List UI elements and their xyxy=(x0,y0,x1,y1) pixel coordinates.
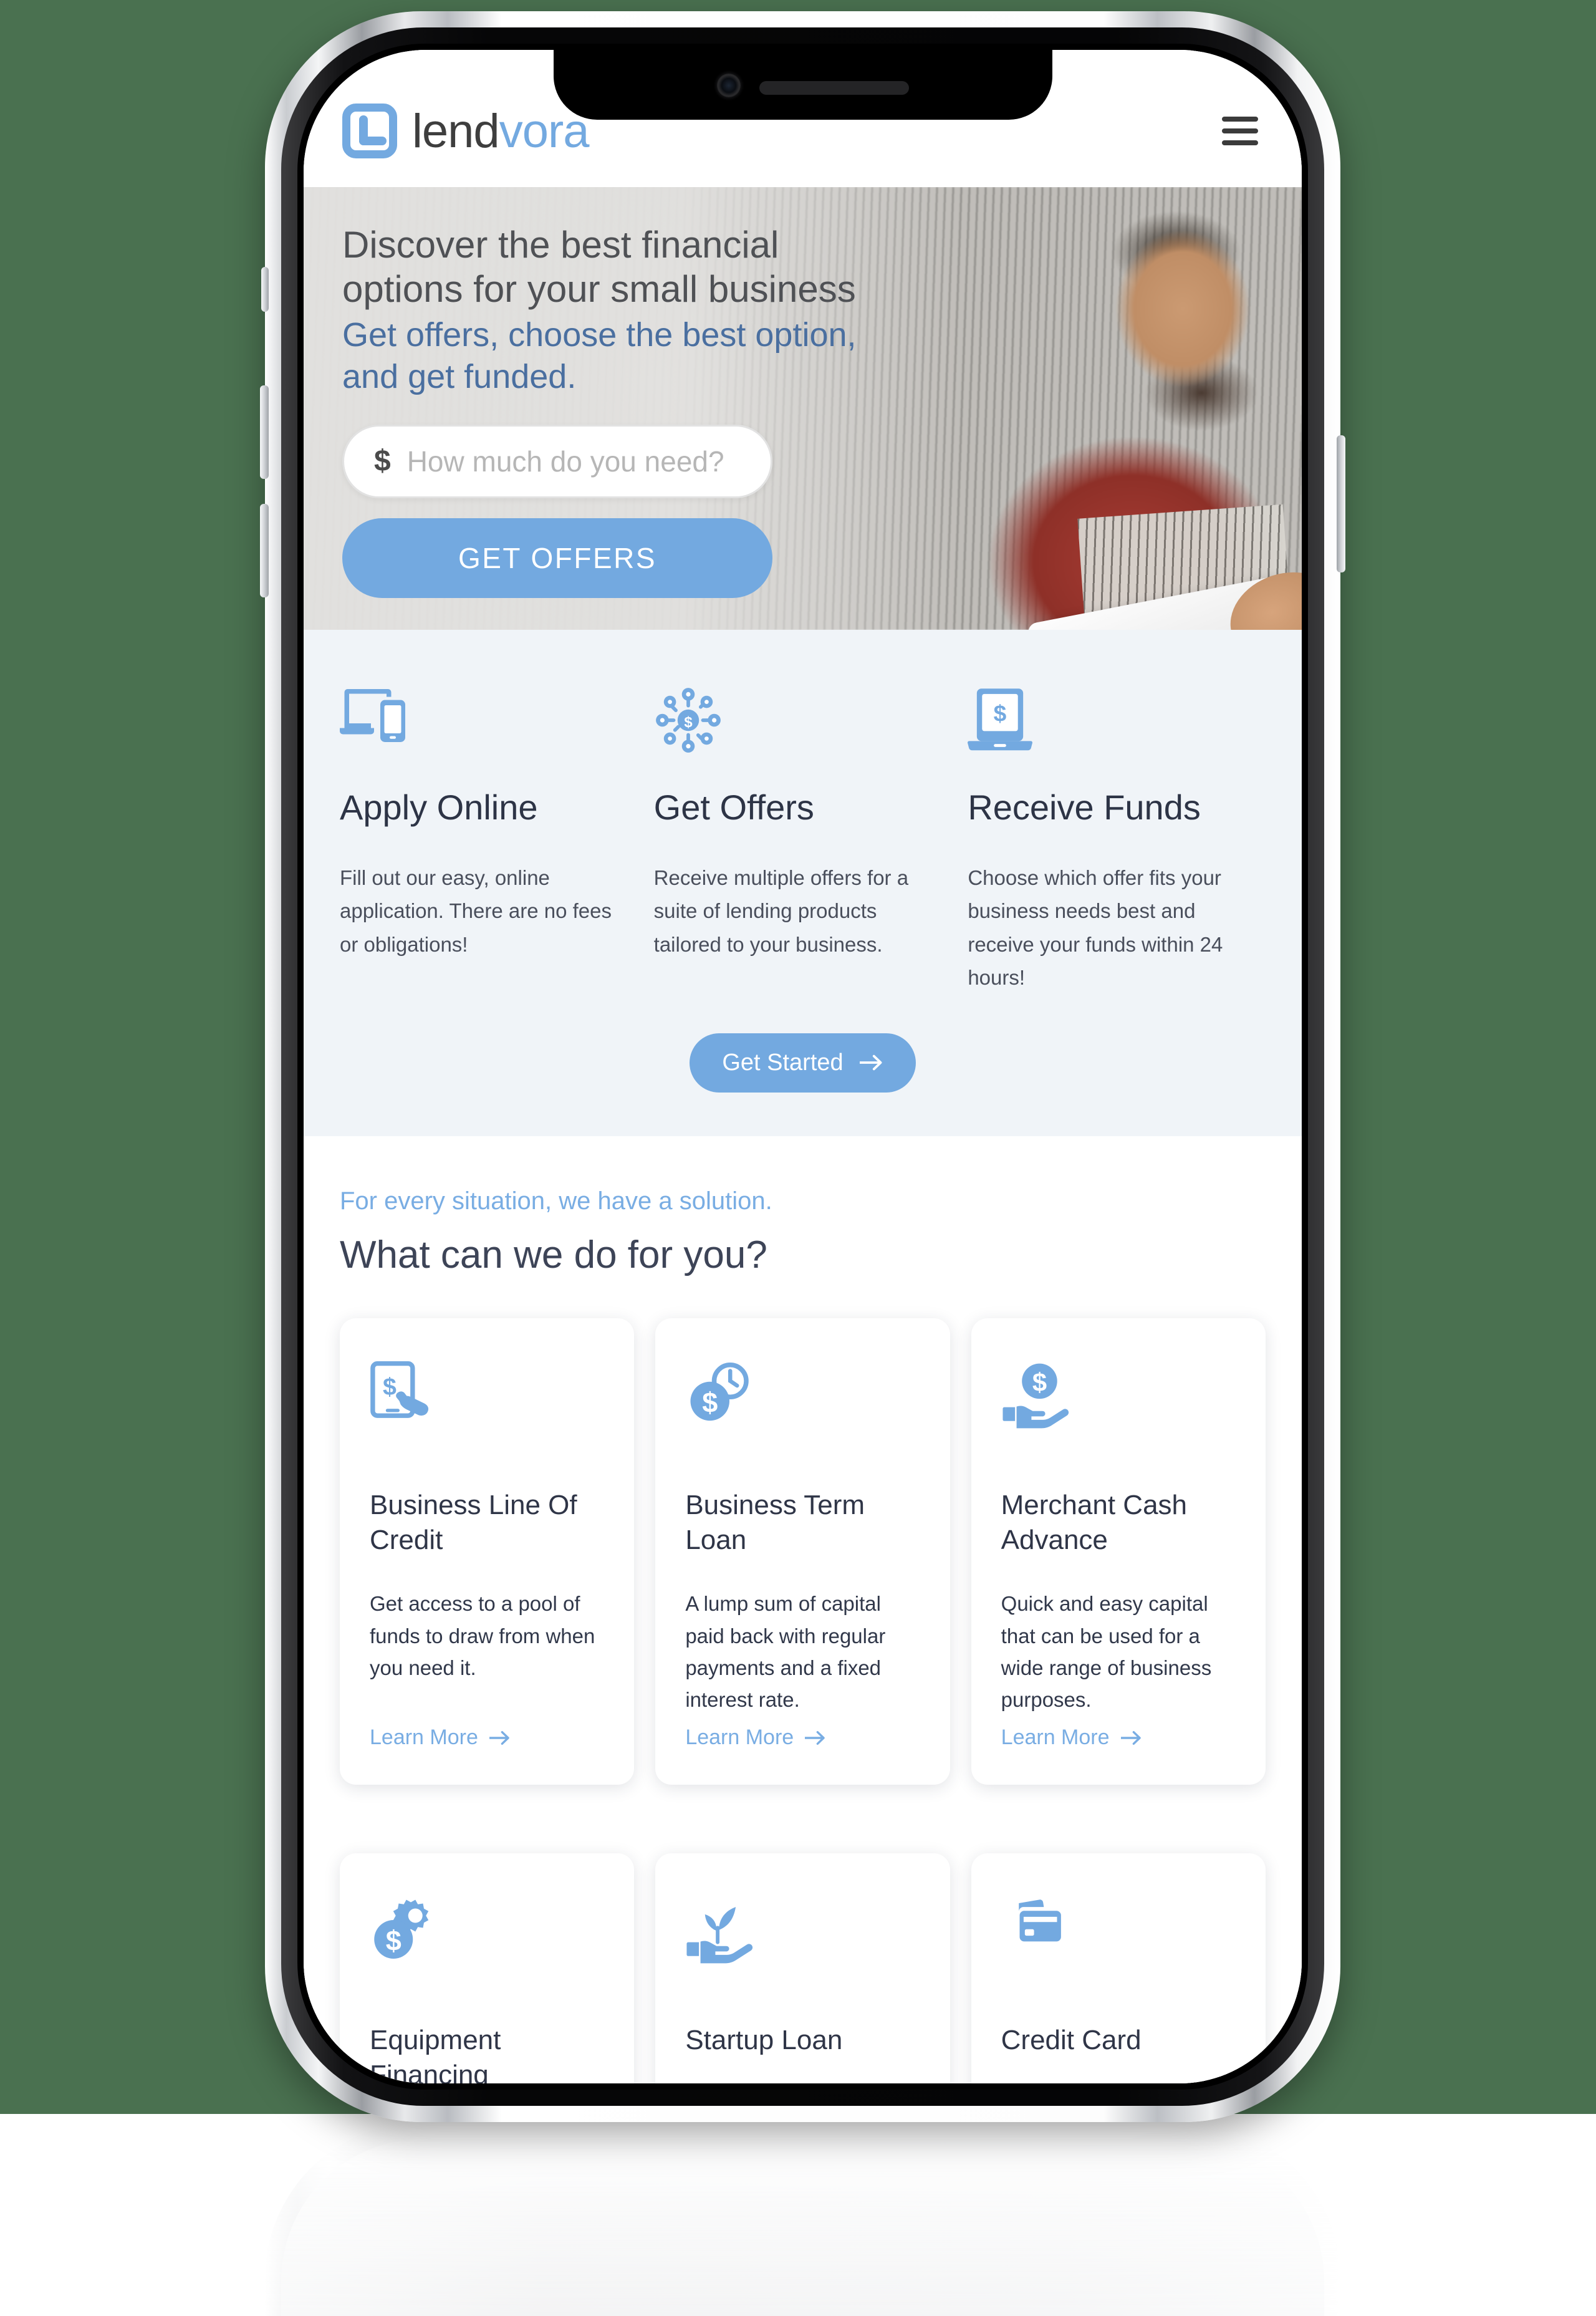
coin-clock-icon: $ xyxy=(685,1361,920,1429)
solutions-eyebrow: For every situation, we have a solution. xyxy=(340,1187,1266,1215)
get-started-label: Get Started xyxy=(722,1049,843,1076)
product-card-description: Get access to a pool of funds to draw fr… xyxy=(370,1588,604,1715)
hamburger-menu-icon[interactable] xyxy=(1222,117,1258,145)
step-title: Receive Funds xyxy=(968,787,1266,827)
step-receive-funds: $ Receive Funds Choose which offer fits … xyxy=(968,686,1266,995)
step-description: Choose which offer fits your business ne… xyxy=(968,861,1266,995)
step-title: Get Offers xyxy=(654,787,952,827)
logo[interactable]: lendvora xyxy=(342,104,589,158)
step-title: Apply Online xyxy=(340,787,638,827)
arrow-right-icon xyxy=(489,1730,511,1745)
how-it-works-section: Apply Online Fill out our easy, online a… xyxy=(304,630,1302,1136)
product-card-title: Business Term Loan xyxy=(685,1488,920,1558)
solutions-title: What can we do for you? xyxy=(340,1233,1266,1277)
arrow-right-icon xyxy=(805,1730,826,1745)
product-card-title: Business Line Of Credit xyxy=(370,1488,604,1558)
money-network-icon: $ xyxy=(654,686,952,761)
logo-text: lendvora xyxy=(412,104,589,158)
hero-section: Discover the best financial options for … xyxy=(304,187,1302,630)
step-description: Receive multiple offers for a suite of l… xyxy=(654,861,952,961)
step-get-offers: $ Get Offers Receive multiple offers for… xyxy=(654,686,952,995)
learn-more-label: Learn More xyxy=(370,1725,478,1750)
learn-more-label: Learn More xyxy=(1001,1725,1110,1750)
phone-screen: lendvora Discover the best financial opt… xyxy=(304,50,1302,2083)
laptop-dollar-icon: $ xyxy=(968,686,1266,761)
product-card-credit-card[interactable]: Credit Card Access to capital to cover y… xyxy=(971,1853,1266,2083)
learn-more-link[interactable]: Learn More xyxy=(685,1725,920,1750)
svg-text:$: $ xyxy=(994,700,1007,726)
tablet-cash-hand-icon: $ xyxy=(370,1361,604,1429)
phone-volume-up-button[interactable] xyxy=(260,385,269,479)
front-camera-icon xyxy=(717,74,741,97)
learn-more-label: Learn More xyxy=(685,1725,794,1750)
dollar-sign-icon: $ xyxy=(374,444,391,478)
step-description: Fill out our easy, online application. T… xyxy=(340,861,638,961)
product-card-business-term-loan[interactable]: $ Business Term Loan A lump sum of capit… xyxy=(655,1318,949,1785)
product-card-grid: $ Business Line Of Credit Get access to … xyxy=(340,1318,1266,2083)
get-started-button[interactable]: Get Started xyxy=(690,1033,915,1093)
product-card-equipment-financing[interactable]: $ Equipment Financing A fast and easy wa… xyxy=(340,1853,634,2083)
svg-text:$: $ xyxy=(383,1373,397,1401)
learn-more-link[interactable]: Learn More xyxy=(370,1725,604,1750)
svg-text:$: $ xyxy=(386,1925,401,1957)
coin-gear-icon: $ xyxy=(370,1896,604,1964)
product-card-title: Merchant Cash Advance xyxy=(1001,1488,1236,1558)
product-card-business-line-of-credit[interactable]: $ Business Line Of Credit Get access to … xyxy=(340,1318,634,1785)
learn-more-link[interactable]: Learn More xyxy=(1001,1725,1236,1750)
product-card-startup-loan[interactable]: Startup Loan Financing specifically for … xyxy=(655,1853,949,2083)
phone-mockup: lendvora Discover the best financial opt… xyxy=(265,11,1340,2122)
svg-text:$: $ xyxy=(1032,1368,1046,1397)
logo-text-lend: lend xyxy=(412,105,499,158)
solutions-section: For every situation, we have a solution.… xyxy=(304,1136,1302,2083)
phone-volume-down-button[interactable] xyxy=(260,504,269,597)
hamburger-bar xyxy=(1222,117,1258,122)
get-offers-button[interactable]: GET OFFERS xyxy=(342,518,772,598)
hamburger-bar xyxy=(1222,128,1258,133)
credit-cards-icon xyxy=(1001,1896,1236,1964)
phone-notch xyxy=(554,50,1052,120)
svg-text:$: $ xyxy=(703,1386,718,1418)
step-apply-online: Apply Online Fill out our easy, online a… xyxy=(340,686,638,995)
product-card-title: Credit Card xyxy=(1001,2023,1236,2058)
product-card-title: Equipment Financing xyxy=(370,2023,604,2083)
product-card-description: Quick and easy capital that can be used … xyxy=(1001,1588,1236,1715)
arrow-right-icon xyxy=(860,1054,883,1071)
laptop-phone-icon xyxy=(340,686,638,761)
loan-amount-input[interactable] xyxy=(407,445,731,478)
arrow-right-icon xyxy=(1121,1730,1142,1745)
product-card-merchant-cash-advance[interactable]: $ Merchant Cash Advance Quick and easy c… xyxy=(971,1318,1266,1785)
hand-sprout-icon xyxy=(685,1896,920,1964)
hand-coin-icon: $ xyxy=(1001,1361,1236,1429)
website-viewport: lendvora Discover the best financial opt… xyxy=(304,50,1302,2083)
phone-power-button[interactable] xyxy=(1337,435,1345,572)
phone-reflection xyxy=(265,2123,1340,2316)
loan-amount-field[interactable]: $ xyxy=(342,425,772,498)
product-card-title: Startup Loan xyxy=(685,2023,920,2058)
earpiece-speaker xyxy=(759,81,909,95)
hero-subtitle: Get offers, choose the best option, and … xyxy=(342,314,903,398)
svg-text:$: $ xyxy=(684,714,692,731)
phone-mute-switch[interactable] xyxy=(261,267,269,312)
reflection-body xyxy=(281,2139,1324,2316)
lendvora-logo-icon xyxy=(342,104,397,158)
hero-title: Discover the best financial options for … xyxy=(342,223,891,312)
hamburger-bar xyxy=(1222,140,1258,145)
product-card-description: A lump sum of capital paid back with reg… xyxy=(685,1588,920,1715)
